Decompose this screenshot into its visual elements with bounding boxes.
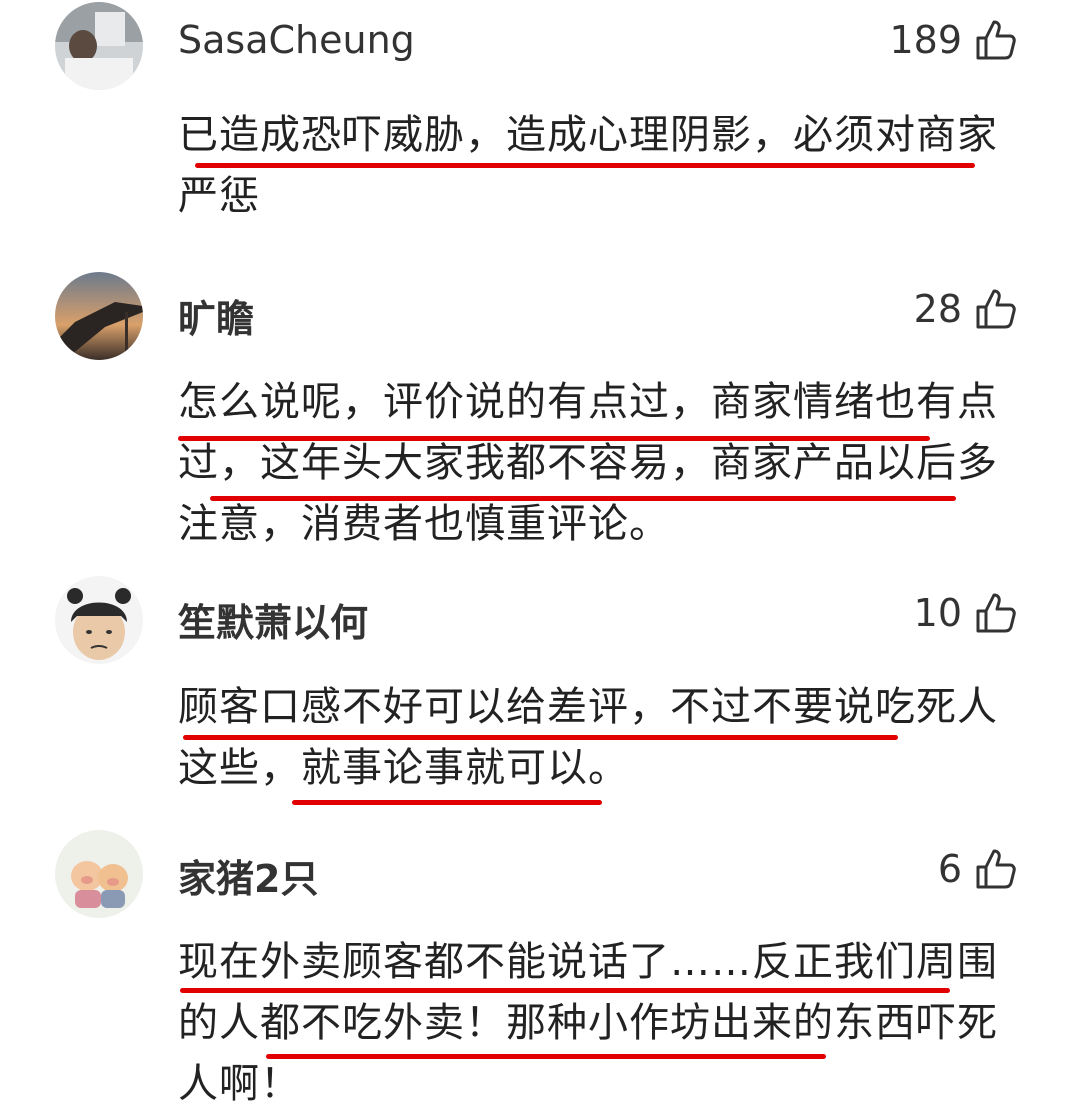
thumbs-up-icon (976, 593, 1016, 633)
username[interactable]: 笙默萧以何 (178, 592, 368, 647)
username[interactable]: 旷瞻 (178, 288, 254, 343)
underline-annotation (292, 800, 602, 805)
thumbs-up-icon (976, 20, 1016, 60)
like-button[interactable]: 6 (938, 847, 1018, 891)
like-count: 10 (913, 591, 962, 635)
username[interactable]: SasaCheung (178, 18, 415, 62)
avatar[interactable] (55, 2, 143, 90)
avatar[interactable] (55, 830, 143, 918)
underline-annotation (210, 496, 956, 501)
avatar[interactable] (55, 272, 143, 360)
underline-annotation (266, 1054, 826, 1059)
comment-text: 现在外卖顾客都不能说话了……反正我们周围的人都不吃外卖！那种小作坊出来的东西吓死… (178, 939, 998, 1107)
underline-annotation (178, 436, 930, 441)
like-count: 6 (937, 847, 962, 891)
underline-annotation (195, 163, 975, 168)
thumbs-up-icon (976, 289, 1016, 329)
username[interactable]: 家猪2只 (178, 848, 318, 903)
avatar[interactable] (55, 576, 143, 664)
like-count: 189 (889, 18, 962, 62)
thumbs-up-icon (976, 849, 1016, 889)
underline-annotation (183, 735, 898, 740)
like-button[interactable]: 28 (914, 287, 1018, 331)
comment-text: 怎么说呢，评价说的有点过，商家情绪也有点过，这年头大家我都不容易，商家产品以后多… (178, 379, 998, 547)
like-button[interactable]: 10 (914, 591, 1018, 635)
like-count: 28 (913, 287, 962, 331)
underline-annotation (180, 988, 950, 993)
like-button[interactable]: 189 (889, 18, 1018, 62)
